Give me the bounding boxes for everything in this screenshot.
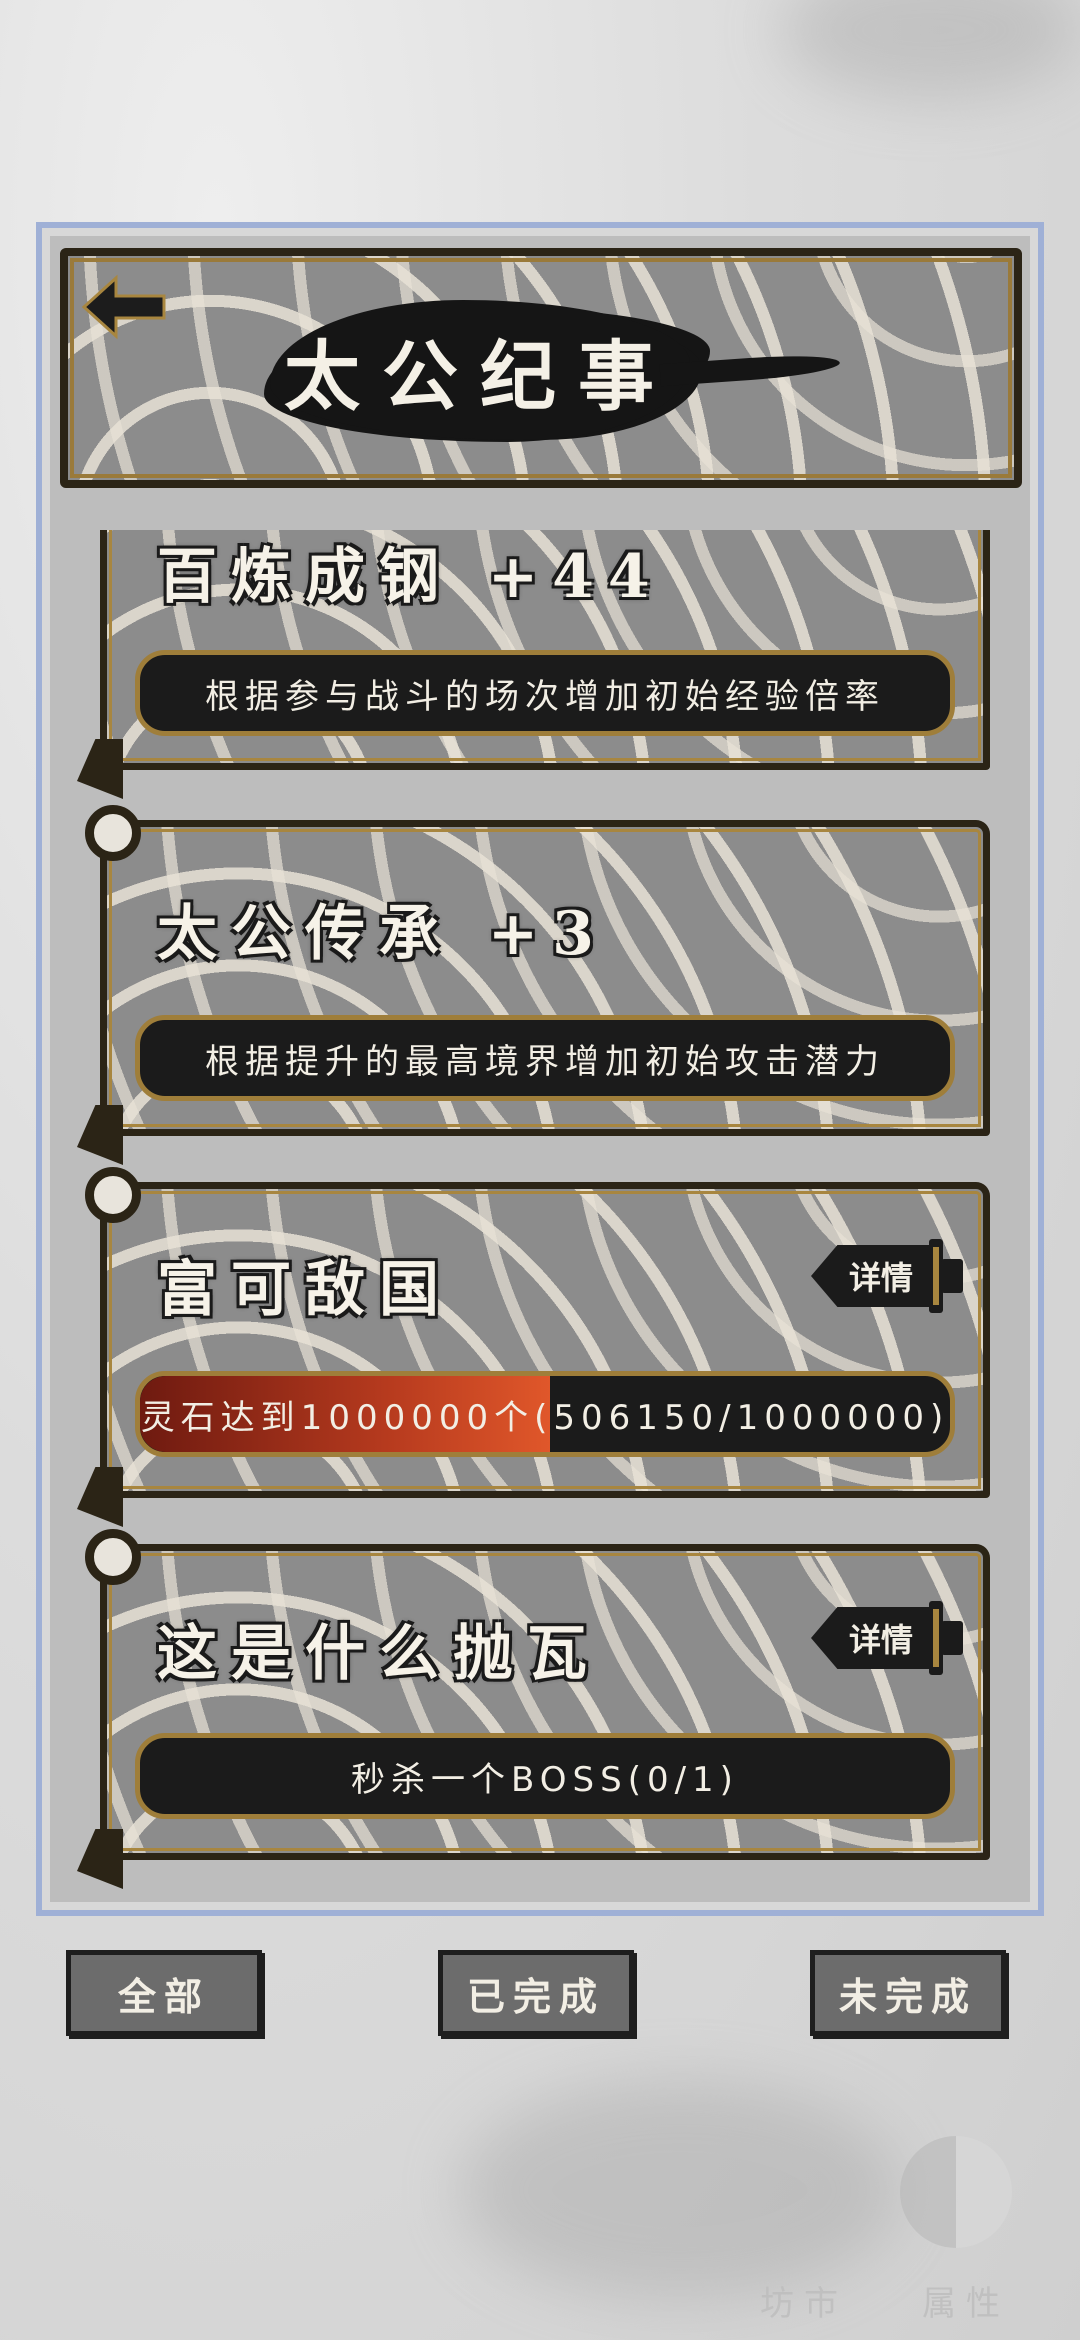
progress-text: 秒杀一个BOSS(0/1) [351, 1759, 739, 1800]
tab-completed[interactable]: 已完成 [438, 1950, 634, 2036]
achievement-title: 这是什么抛瓦 [157, 1619, 601, 1689]
achievement-card: 富可敌国 详情 灵石达到1000000个(506150/1000000) [77, 1167, 990, 1527]
achievement-card: 百炼成钢 +44 根据参与战斗的场次增加初始经验倍率 [77, 510, 990, 799]
tab-incomplete[interactable]: 未完成 [810, 1950, 1006, 2036]
background-smudge [460, 2080, 900, 2300]
achievement-title: 富可敌国 [157, 1255, 453, 1325]
page-title: 太公纪事 [284, 332, 676, 421]
detail-button[interactable]: 详情 [811, 1239, 963, 1313]
detail-button-label: 详情 [811, 1607, 931, 1669]
sword-grip-icon [941, 1259, 963, 1293]
background-market-label: 坊市 [760, 2284, 848, 2324]
sword-grip-icon [941, 1621, 963, 1655]
achievement-title: 太公传承 +3 [157, 899, 608, 969]
tab-all[interactable]: 全部 [66, 1950, 262, 2036]
progress-bar: 灵石达到1000000个(506150/1000000) [135, 1371, 955, 1457]
progress-text: 灵石达到1000000个(506150/1000000) [140, 1397, 950, 1438]
background-smudge [780, 0, 1080, 100]
yin-yang-icon [900, 2136, 1012, 2248]
pin-icon [85, 1167, 141, 1223]
progress-bar: 秒杀一个BOSS(0/1) [135, 1733, 955, 1819]
detail-button-label: 详情 [811, 1245, 931, 1307]
achievement-description: 根据提升的最高境界增加初始攻击潜力 [135, 1015, 955, 1101]
back-arrow-icon[interactable] [80, 272, 170, 342]
scroll-mask [100, 494, 990, 530]
achievement-card: 太公传承 +3 根据提升的最高境界增加初始攻击潜力 [77, 805, 990, 1165]
achievement-card: 这是什么抛瓦 详情 秒杀一个BOSS(0/1) [77, 1529, 990, 1889]
background-attributes-label: 属性 [922, 2284, 1010, 2324]
pin-icon [85, 1529, 141, 1585]
pin-icon [85, 805, 141, 861]
achievement-description: 根据参与战斗的场次增加初始经验倍率 [135, 650, 955, 736]
achievement-title: 百炼成钢 +44 [157, 542, 664, 612]
detail-button[interactable]: 详情 [811, 1601, 963, 1675]
